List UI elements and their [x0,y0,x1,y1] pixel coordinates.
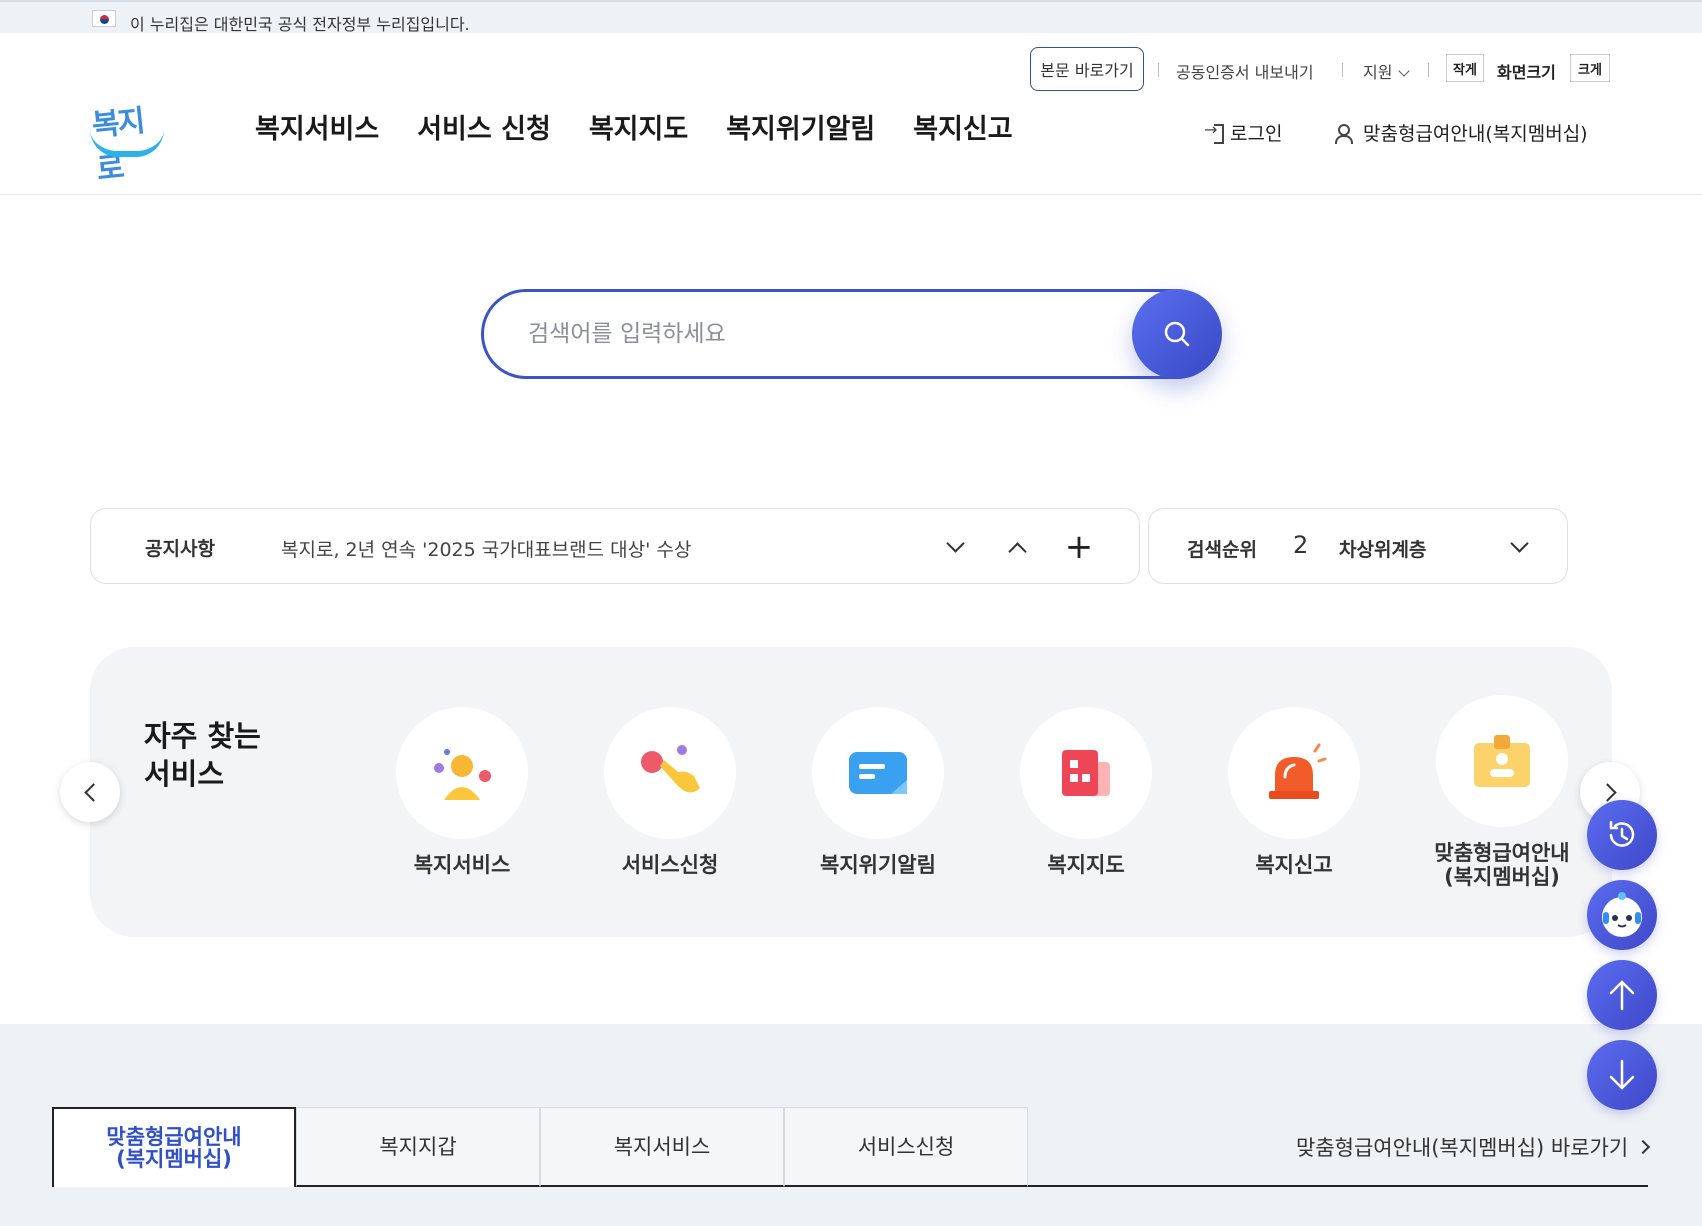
service-label: 복지신고 [1255,853,1333,877]
service-item-report[interactable]: 복지신고 [1194,707,1394,877]
tab-service-apply[interactable]: 서비스신청 [784,1107,1028,1187]
search-icon [1164,321,1190,347]
nav-service-apply[interactable]: 서비스 신청 [417,107,551,146]
tab-welfare-service[interactable]: 복지서비스 [540,1107,784,1187]
service-item-welfare[interactable]: 복지서비스 [362,707,562,877]
login-link[interactable]: 로그인 [1204,119,1282,146]
membership-shortcut-link[interactable]: 맞춤형급여안내(복지멤버십) 바로가기 [1296,1132,1651,1162]
nav-welfare-map[interactable]: 복지지도 [589,107,688,146]
nav-welfare-report[interactable]: 복지신고 [913,107,1012,146]
gov-banner: 이 누리집은 대한민국 공식 전자정부 누리집입니다. [0,0,1702,35]
cert-export-link[interactable]: 공동인증서 내보내기 [1176,59,1314,83]
recent-history-button[interactable] [1587,800,1657,870]
service-item-map[interactable]: 복지지도 [986,707,1186,877]
korea-flag-icon [92,10,116,27]
chatbot-robot-icon [1602,892,1642,937]
membership-label: 맞춤형급여안내(복지멤버십) [1363,123,1588,145]
notice-prev-button[interactable] [995,525,1039,569]
search-button[interactable] [1132,289,1222,379]
notice-label: 공지사항 [145,538,215,560]
map-building-icon [1020,707,1152,839]
title-line: 자주 찾는 [144,719,261,753]
service-label: 복지위기알림 [820,853,936,877]
support-dropdown[interactable]: 지원 [1363,59,1411,83]
rank-expand-button[interactable] [1497,525,1541,569]
frequent-services-title: 자주 찾는 서비스 [144,717,261,793]
plus-icon: + [1064,527,1094,567]
chevron-up-icon [1007,541,1027,561]
service-item-membership[interactable]: 맞춤형급여안내 (복지멤버십) [1402,695,1602,889]
chatbot-button[interactable] [1587,880,1657,950]
search-input[interactable] [528,314,1108,354]
site-header: 본문 바로가기 공동인증서 내보내기 지원 작게 화면크기 크게 복지로 복지서… [0,33,1702,195]
service-item-apply[interactable]: 서비스신청 [570,707,770,877]
bottom-tabs: 맞춤형급여안내 (복지멤버십) 복지지갑 복지서비스 서비스신청 [52,1107,1028,1187]
tab-membership[interactable]: 맞춤형급여안내 (복지멤버십) [52,1107,296,1187]
history-icon [1609,820,1635,847]
rank-term[interactable]: 차상위계층 [1339,535,1426,562]
chat-card-icon [812,707,944,839]
nav-welfare-service[interactable]: 복지서비스 [255,107,379,146]
service-label: 복지서비스 [413,853,511,877]
user-add-icon [1335,123,1357,144]
divider [1428,63,1429,77]
notice-next-button[interactable] [933,525,977,569]
notice-more-button[interactable]: + [1057,525,1101,569]
scroll-top-button[interactable] [1587,960,1657,1030]
chevron-down-icon [945,533,965,553]
service-label: 서비스신청 [621,853,719,877]
font-big-button[interactable]: 크게 [1570,54,1610,82]
siren-icon [1228,707,1360,839]
support-label: 지원 [1363,63,1393,82]
person-dots-icon [396,707,528,839]
arrow-down-icon [1609,1059,1635,1090]
search-box [481,289,1221,379]
chevron-down-icon [1509,533,1529,553]
carousel-prev-button[interactable] [60,762,120,822]
site-logo[interactable]: 복지로 [88,93,168,188]
arrow-up-icon [1609,980,1635,1011]
service-label: 맞춤형급여안내 (복지멤버십) [1402,841,1602,889]
service-item-crisis-alert[interactable]: 복지위기알림 [778,707,978,877]
divider [1342,63,1343,77]
tab-wallet[interactable]: 복지지갑 [296,1107,540,1187]
service-label: 복지지도 [1047,853,1125,877]
scroll-bottom-button[interactable] [1587,1040,1657,1110]
chevron-left-icon [83,782,103,802]
notice-text[interactable]: 복지로, 2년 연속 '2025 국가대표브랜드 대상' 수상 [281,535,691,562]
tab-label-line: 맞춤형급여안내 [106,1125,242,1149]
chevron-right-icon [1636,1139,1651,1155]
gov-banner-text[interactable]: 이 누리집은 대한민국 공식 전자정부 누리집입니다. [130,11,470,35]
divider [1158,63,1159,77]
membership-link[interactable]: 맞춤형급여안내(복지멤버십) [1335,119,1588,146]
rank-label: 검색순위 [1187,539,1257,561]
font-small-button[interactable]: 작게 [1446,54,1484,82]
chevron-right-icon [1597,782,1617,802]
chevron-down-icon [1398,65,1411,77]
shortcut-label: 맞춤형급여안내(복지멤버십) 바로가기 [1296,1136,1629,1160]
login-icon [1204,120,1224,144]
login-label: 로그인 [1230,123,1283,145]
skip-to-content-button[interactable]: 본문 바로가기 [1030,47,1144,91]
frequent-services-panel: 자주 찾는 서비스 복지서비스 서비스신청 복지위기알림 복지지도 복지신고 맞… [90,647,1612,937]
membership-card-icon [1436,695,1568,827]
search-rank-bar: 검색순위 2 차상위계층 [1148,508,1568,584]
label-line: (복지멤버십) [1444,865,1560,889]
notice-bar: 공지사항 복지로, 2년 연속 '2025 국가대표브랜드 대상' 수상 + [90,508,1140,584]
title-line: 서비스 [144,757,225,791]
nav-crisis-alert[interactable]: 복지위기알림 [726,107,875,146]
rank-number: 2 [1293,531,1309,559]
tab-underline [1028,1185,1648,1187]
label-line: 맞춤형급여안내 [1434,841,1570,865]
main-nav: 복지서비스 서비스 신청 복지지도 복지위기알림 복지신고 [255,107,1051,146]
font-size-label: 화면크기 [1497,63,1556,82]
tab-label-line: (복지멤버십) [116,1147,232,1171]
hand-tap-icon [604,707,736,839]
